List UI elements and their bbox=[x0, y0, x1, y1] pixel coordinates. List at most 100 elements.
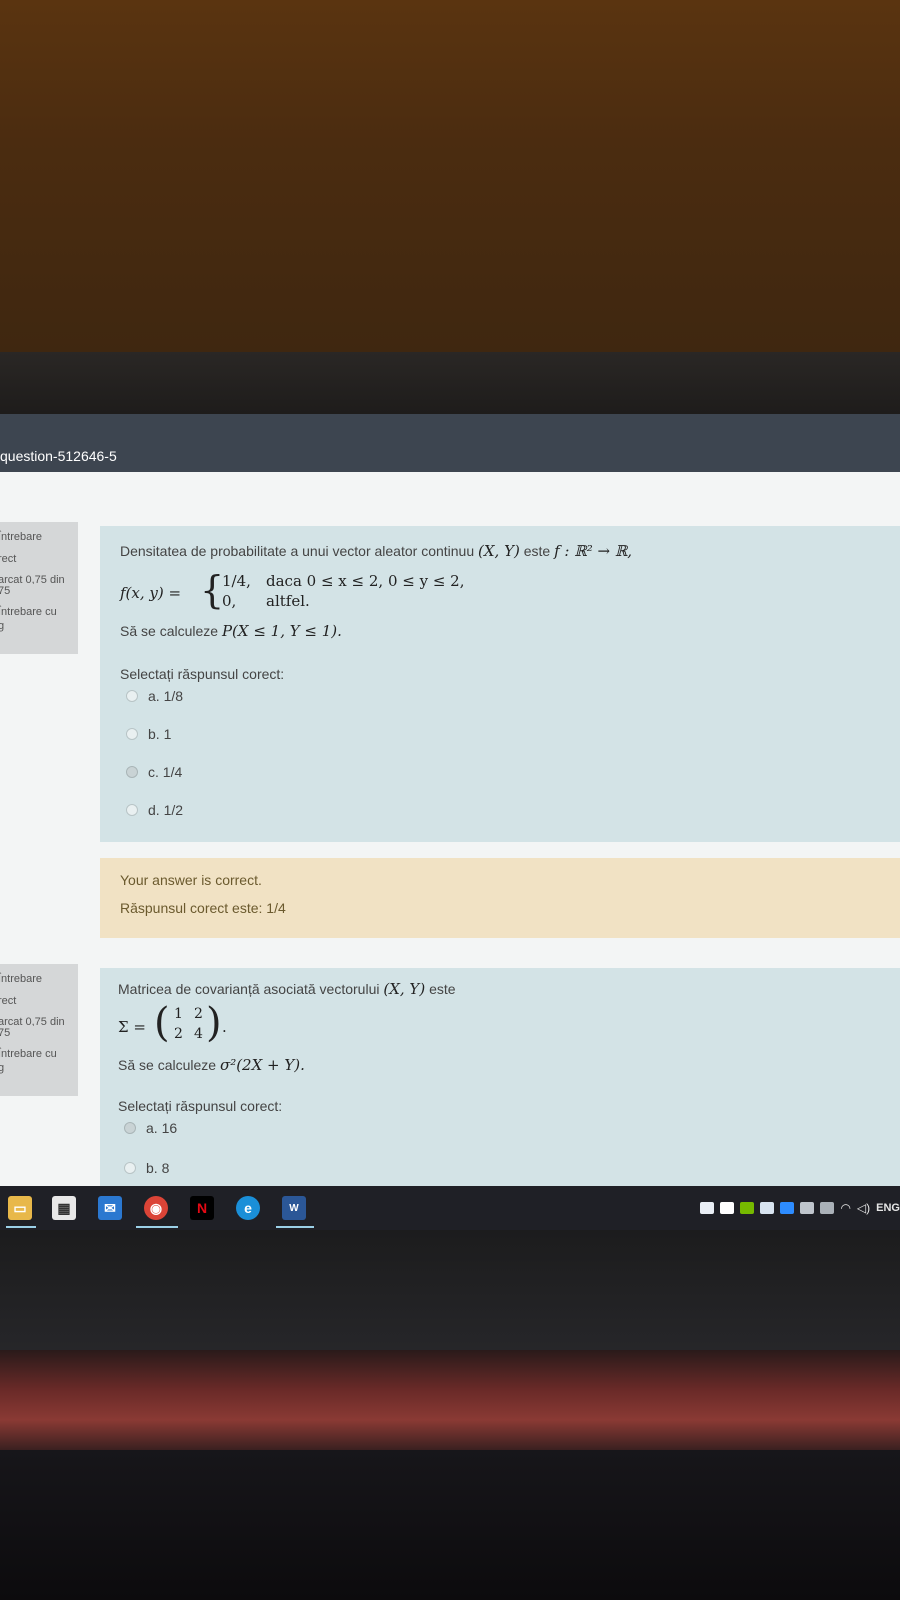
store-icon[interactable]: ▦ bbox=[52, 1196, 76, 1220]
option-d[interactable]: d. 1/2 bbox=[126, 802, 183, 818]
option-label: b. 8 bbox=[146, 1160, 170, 1176]
answer-feedback: Your answer is correct. Răspunsul corect… bbox=[100, 858, 900, 938]
laptop-screen: question-512646-5 Întrebare rect arcat 0… bbox=[0, 414, 900, 1230]
matrix-period: . bbox=[222, 1018, 227, 1036]
covariance-matrix: Σ = ( 1 2 2 4 ) . bbox=[118, 1000, 318, 1050]
question-text: Densitatea de probabilitate a unui vecto… bbox=[120, 542, 632, 560]
flag-question-link-cont[interactable]: g bbox=[0, 618, 78, 634]
case2-condition: altfel. bbox=[266, 592, 310, 610]
question-mark: arcat 0,75 din bbox=[0, 1016, 65, 1026]
math-function: f : ℝ² → ℝ, bbox=[554, 542, 633, 560]
url-text: question-512646-5 bbox=[0, 448, 117, 464]
question-text: Matricea de covarianță asociată vectorul… bbox=[118, 980, 456, 998]
sigma-lhs: Σ = bbox=[118, 1018, 146, 1036]
ask-text: Să se calculeze bbox=[120, 623, 219, 639]
defender-icon[interactable] bbox=[720, 1202, 735, 1214]
browser-url-bar[interactable]: question-512646-5 bbox=[0, 414, 900, 472]
paren-left: ( bbox=[154, 1000, 170, 1046]
question-label: Întrebare bbox=[0, 531, 43, 543]
nvidia-icon[interactable] bbox=[740, 1202, 755, 1214]
paren-right: ) bbox=[206, 1000, 222, 1046]
option-a[interactable]: a. 16 bbox=[124, 1120, 177, 1136]
question-mark-of: 75 bbox=[0, 585, 11, 597]
option-label: d. 1/2 bbox=[148, 802, 184, 818]
question-card-1: Densitatea de probabilitate a unui vecto… bbox=[100, 526, 900, 842]
feedback-result: Your answer is correct. bbox=[120, 872, 262, 888]
brace: { bbox=[200, 568, 225, 612]
question-status: rect bbox=[0, 995, 17, 1007]
radio-button[interactable] bbox=[124, 1162, 136, 1174]
question-info-1: Întrebare rect arcat 0,75 din 75 Întreba… bbox=[0, 522, 78, 654]
density-formula: f(x, y) = { 1/4, daca 0 ≤ x ≤ 2, 0 ≤ y ≤… bbox=[120, 568, 520, 616]
question-intro-mid: este bbox=[523, 543, 551, 559]
active-indicator bbox=[136, 1226, 178, 1228]
math-vector: (X, Y) bbox=[383, 980, 426, 998]
option-label: b. 1 bbox=[148, 726, 172, 742]
chrome-icon[interactable]: ◉ bbox=[144, 1196, 168, 1220]
case1-condition: daca 0 ≤ x ≤ 2, 0 ≤ y ≤ 2, bbox=[266, 572, 465, 590]
question-intro-mid: este bbox=[429, 981, 456, 997]
case1-value: 1/4, bbox=[222, 572, 251, 590]
case2-value: 0, bbox=[222, 592, 237, 610]
radio-button-selected[interactable] bbox=[124, 1122, 136, 1134]
edge-icon[interactable]: e bbox=[236, 1196, 260, 1220]
active-indicator bbox=[276, 1226, 314, 1228]
zoom-icon[interactable] bbox=[780, 1202, 795, 1214]
matrix-cell: 2 bbox=[194, 1006, 203, 1022]
radio-button[interactable] bbox=[126, 690, 138, 702]
answer-prompt: Selectați răspunsul corect: bbox=[118, 1098, 283, 1114]
radio-button[interactable] bbox=[126, 728, 138, 740]
question-intro: Matricea de covarianță asociată vectorul… bbox=[118, 981, 380, 997]
question-card-2: Matricea de covarianță asociată vectorul… bbox=[100, 968, 900, 1208]
question-status: rect bbox=[0, 553, 17, 565]
math-vector: (X, Y) bbox=[478, 542, 520, 560]
laptop-hinge bbox=[0, 1350, 900, 1450]
question-info-2: Întrebare rect arcat 0,75 din 75 Întreba… bbox=[0, 964, 78, 1096]
background-wall bbox=[0, 0, 900, 352]
matrix-cell: 1 bbox=[174, 1006, 183, 1022]
option-b[interactable]: b. 8 bbox=[124, 1160, 169, 1176]
option-label: a. 16 bbox=[146, 1120, 178, 1136]
word-icon[interactable]: W bbox=[282, 1196, 306, 1220]
netflix-icon[interactable]: N bbox=[190, 1196, 214, 1220]
matrix-cell: 4 bbox=[194, 1026, 203, 1042]
ask-math: σ²(2X + Y). bbox=[219, 1056, 305, 1074]
question-mark: arcat 0,75 din bbox=[0, 574, 65, 584]
steam-icon[interactable] bbox=[760, 1202, 775, 1214]
language-indicator[interactable]: ENG bbox=[876, 1202, 900, 1214]
laptop-keyboard bbox=[0, 1450, 900, 1600]
option-label: a. 1/8 bbox=[148, 688, 184, 704]
system-tray: ◠ ◁) ENG bbox=[700, 1198, 900, 1218]
battery-icon[interactable] bbox=[820, 1202, 835, 1214]
ask-math: P(X ≤ 1, Y ≤ 1). bbox=[221, 622, 342, 640]
laptop-bezel-bottom bbox=[0, 1230, 900, 1350]
matrix-cell: 2 bbox=[174, 1026, 183, 1042]
answer-prompt: Selectați răspunsul corect: bbox=[120, 666, 285, 682]
option-c[interactable]: c. 1/4 bbox=[126, 764, 182, 780]
formula-lhs: f(x, y) = bbox=[120, 584, 182, 602]
mail-icon[interactable]: ✉ bbox=[98, 1196, 122, 1220]
flag-question-link[interactable]: Întrebare cu bbox=[0, 1042, 78, 1060]
volume-icon[interactable]: ◁) bbox=[857, 1201, 870, 1215]
wifi-icon[interactable]: ◠ bbox=[840, 1201, 850, 1215]
ask-text: Să se calculeze bbox=[118, 1057, 217, 1073]
option-b[interactable]: b. 1 bbox=[126, 726, 171, 742]
question-ask: Să se calculeze σ²(2X + Y). bbox=[118, 1056, 305, 1074]
radio-button-selected[interactable] bbox=[126, 766, 138, 778]
file-explorer-icon[interactable]: ▭ bbox=[8, 1196, 32, 1220]
option-label: c. 1/4 bbox=[148, 764, 183, 780]
option-a[interactable]: a. 1/8 bbox=[126, 688, 183, 704]
laptop-bezel-top bbox=[0, 352, 900, 734]
question-intro: Densitatea de probabilitate a unui vecto… bbox=[120, 543, 475, 559]
flag-question-link-cont[interactable]: g bbox=[0, 1060, 78, 1076]
question-ask: Să se calculeze P(X ≤ 1, Y ≤ 1). bbox=[120, 622, 342, 640]
windows-taskbar: ▭ ▦ ✉ ◉ N e W ◠ ◁) ENG bbox=[0, 1186, 900, 1230]
radio-button[interactable] bbox=[126, 804, 138, 816]
onedrive-icon[interactable] bbox=[700, 1202, 715, 1214]
flag-question-link[interactable]: Întrebare cu bbox=[0, 600, 78, 618]
quiz-content: Întrebare rect arcat 0,75 din 75 Întreba… bbox=[0, 472, 900, 1208]
feedback-correct-answer: Răspunsul corect este: 1/4 bbox=[120, 900, 286, 916]
keyboard-icon[interactable] bbox=[800, 1202, 815, 1214]
question-label: Întrebare bbox=[0, 973, 43, 985]
active-indicator bbox=[6, 1226, 36, 1228]
